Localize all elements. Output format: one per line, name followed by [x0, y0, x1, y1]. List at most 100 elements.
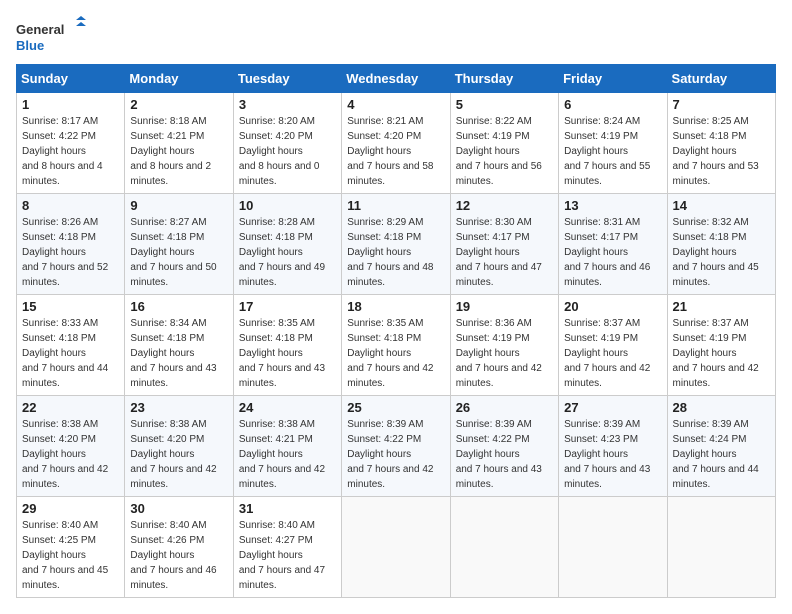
day-number: 18: [347, 299, 444, 314]
calendar-cell: 9 Sunrise: 8:27 AM Sunset: 4:18 PM Dayli…: [125, 194, 233, 295]
day-info: Sunrise: 8:28 AM Sunset: 4:18 PM Dayligh…: [239, 215, 336, 290]
weekday-header-tuesday: Tuesday: [233, 65, 341, 93]
day-info: Sunrise: 8:22 AM Sunset: 4:19 PM Dayligh…: [456, 114, 553, 189]
day-number: 4: [347, 97, 444, 112]
calendar-cell: 26 Sunrise: 8:39 AM Sunset: 4:22 PM Dayl…: [450, 396, 558, 497]
day-info: Sunrise: 8:39 AM Sunset: 4:24 PM Dayligh…: [673, 417, 770, 492]
day-number: 16: [130, 299, 227, 314]
calendar-cell: 18 Sunrise: 8:35 AM Sunset: 4:18 PM Dayl…: [342, 295, 450, 396]
day-number: 10: [239, 198, 336, 213]
calendar-cell: [450, 497, 558, 598]
calendar-cell: 27 Sunrise: 8:39 AM Sunset: 4:23 PM Dayl…: [559, 396, 667, 497]
day-info: Sunrise: 8:18 AM Sunset: 4:21 PM Dayligh…: [130, 114, 227, 189]
weekday-header-saturday: Saturday: [667, 65, 775, 93]
day-info: Sunrise: 8:32 AM Sunset: 4:18 PM Dayligh…: [673, 215, 770, 290]
calendar-cell: 4 Sunrise: 8:21 AM Sunset: 4:20 PM Dayli…: [342, 93, 450, 194]
calendar-cell: [667, 497, 775, 598]
calendar-cell: 5 Sunrise: 8:22 AM Sunset: 4:19 PM Dayli…: [450, 93, 558, 194]
day-number: 23: [130, 400, 227, 415]
calendar-cell: 23 Sunrise: 8:38 AM Sunset: 4:20 PM Dayl…: [125, 396, 233, 497]
calendar-cell: [559, 497, 667, 598]
day-number: 25: [347, 400, 444, 415]
calendar-cell: 11 Sunrise: 8:29 AM Sunset: 4:18 PM Dayl…: [342, 194, 450, 295]
day-info: Sunrise: 8:38 AM Sunset: 4:20 PM Dayligh…: [22, 417, 119, 492]
day-number: 8: [22, 198, 119, 213]
day-number: 24: [239, 400, 336, 415]
day-number: 5: [456, 97, 553, 112]
day-number: 27: [564, 400, 661, 415]
day-info: Sunrise: 8:17 AM Sunset: 4:22 PM Dayligh…: [22, 114, 119, 189]
calendar-cell: 14 Sunrise: 8:32 AM Sunset: 4:18 PM Dayl…: [667, 194, 775, 295]
day-number: 21: [673, 299, 770, 314]
weekday-header-friday: Friday: [559, 65, 667, 93]
calendar-cell: 13 Sunrise: 8:31 AM Sunset: 4:17 PM Dayl…: [559, 194, 667, 295]
calendar-cell: 29 Sunrise: 8:40 AM Sunset: 4:25 PM Dayl…: [17, 497, 125, 598]
calendar-cell: 17 Sunrise: 8:35 AM Sunset: 4:18 PM Dayl…: [233, 295, 341, 396]
day-info: Sunrise: 8:34 AM Sunset: 4:18 PM Dayligh…: [130, 316, 227, 391]
calendar-cell: 28 Sunrise: 8:39 AM Sunset: 4:24 PM Dayl…: [667, 396, 775, 497]
day-info: Sunrise: 8:26 AM Sunset: 4:18 PM Dayligh…: [22, 215, 119, 290]
day-number: 1: [22, 97, 119, 112]
day-number: 9: [130, 198, 227, 213]
calendar-week-5: 29 Sunrise: 8:40 AM Sunset: 4:25 PM Dayl…: [17, 497, 776, 598]
calendar-cell: 2 Sunrise: 8:18 AM Sunset: 4:21 PM Dayli…: [125, 93, 233, 194]
weekday-header-monday: Monday: [125, 65, 233, 93]
day-info: Sunrise: 8:20 AM Sunset: 4:20 PM Dayligh…: [239, 114, 336, 189]
calendar-cell: 1 Sunrise: 8:17 AM Sunset: 4:22 PM Dayli…: [17, 93, 125, 194]
day-number: 19: [456, 299, 553, 314]
calendar-cell: [342, 497, 450, 598]
day-info: Sunrise: 8:27 AM Sunset: 4:18 PM Dayligh…: [130, 215, 227, 290]
day-number: 29: [22, 501, 119, 516]
calendar-week-3: 15 Sunrise: 8:33 AM Sunset: 4:18 PM Dayl…: [17, 295, 776, 396]
day-number: 11: [347, 198, 444, 213]
day-info: Sunrise: 8:40 AM Sunset: 4:27 PM Dayligh…: [239, 518, 336, 593]
calendar-week-2: 8 Sunrise: 8:26 AM Sunset: 4:18 PM Dayli…: [17, 194, 776, 295]
day-number: 2: [130, 97, 227, 112]
day-info: Sunrise: 8:36 AM Sunset: 4:19 PM Dayligh…: [456, 316, 553, 391]
calendar-cell: 10 Sunrise: 8:28 AM Sunset: 4:18 PM Dayl…: [233, 194, 341, 295]
day-number: 31: [239, 501, 336, 516]
day-info: Sunrise: 8:35 AM Sunset: 4:18 PM Dayligh…: [239, 316, 336, 391]
day-info: Sunrise: 8:33 AM Sunset: 4:18 PM Dayligh…: [22, 316, 119, 391]
calendar-cell: 19 Sunrise: 8:36 AM Sunset: 4:19 PM Dayl…: [450, 295, 558, 396]
day-info: Sunrise: 8:37 AM Sunset: 4:19 PM Dayligh…: [564, 316, 661, 391]
day-info: Sunrise: 8:40 AM Sunset: 4:26 PM Dayligh…: [130, 518, 227, 593]
day-number: 6: [564, 97, 661, 112]
logo-svg: General Blue: [16, 16, 86, 56]
day-info: Sunrise: 8:39 AM Sunset: 4:23 PM Dayligh…: [564, 417, 661, 492]
day-number: 7: [673, 97, 770, 112]
day-number: 26: [456, 400, 553, 415]
calendar-cell: 16 Sunrise: 8:34 AM Sunset: 4:18 PM Dayl…: [125, 295, 233, 396]
calendar-cell: 7 Sunrise: 8:25 AM Sunset: 4:18 PM Dayli…: [667, 93, 775, 194]
calendar-week-1: 1 Sunrise: 8:17 AM Sunset: 4:22 PM Dayli…: [17, 93, 776, 194]
day-info: Sunrise: 8:24 AM Sunset: 4:19 PM Dayligh…: [564, 114, 661, 189]
svg-text:Blue: Blue: [16, 38, 44, 53]
day-number: 13: [564, 198, 661, 213]
weekday-header-thursday: Thursday: [450, 65, 558, 93]
day-number: 30: [130, 501, 227, 516]
day-number: 22: [22, 400, 119, 415]
day-info: Sunrise: 8:37 AM Sunset: 4:19 PM Dayligh…: [673, 316, 770, 391]
calendar-cell: 24 Sunrise: 8:38 AM Sunset: 4:21 PM Dayl…: [233, 396, 341, 497]
day-info: Sunrise: 8:38 AM Sunset: 4:21 PM Dayligh…: [239, 417, 336, 492]
day-number: 20: [564, 299, 661, 314]
day-info: Sunrise: 8:35 AM Sunset: 4:18 PM Dayligh…: [347, 316, 444, 391]
day-info: Sunrise: 8:30 AM Sunset: 4:17 PM Dayligh…: [456, 215, 553, 290]
svg-text:General: General: [16, 22, 64, 37]
weekday-header-sunday: Sunday: [17, 65, 125, 93]
calendar-cell: 8 Sunrise: 8:26 AM Sunset: 4:18 PM Dayli…: [17, 194, 125, 295]
calendar-cell: 12 Sunrise: 8:30 AM Sunset: 4:17 PM Dayl…: [450, 194, 558, 295]
calendar-cell: 6 Sunrise: 8:24 AM Sunset: 4:19 PM Dayli…: [559, 93, 667, 194]
day-number: 15: [22, 299, 119, 314]
day-number: 12: [456, 198, 553, 213]
calendar-cell: 30 Sunrise: 8:40 AM Sunset: 4:26 PM Dayl…: [125, 497, 233, 598]
weekday-header-wednesday: Wednesday: [342, 65, 450, 93]
day-info: Sunrise: 8:40 AM Sunset: 4:25 PM Dayligh…: [22, 518, 119, 593]
day-info: Sunrise: 8:25 AM Sunset: 4:18 PM Dayligh…: [673, 114, 770, 189]
page-header: General Blue: [16, 16, 776, 56]
day-number: 17: [239, 299, 336, 314]
calendar-cell: 21 Sunrise: 8:37 AM Sunset: 4:19 PM Dayl…: [667, 295, 775, 396]
calendar-cell: 22 Sunrise: 8:38 AM Sunset: 4:20 PM Dayl…: [17, 396, 125, 497]
calendar-cell: 20 Sunrise: 8:37 AM Sunset: 4:19 PM Dayl…: [559, 295, 667, 396]
day-info: Sunrise: 8:38 AM Sunset: 4:20 PM Dayligh…: [130, 417, 227, 492]
